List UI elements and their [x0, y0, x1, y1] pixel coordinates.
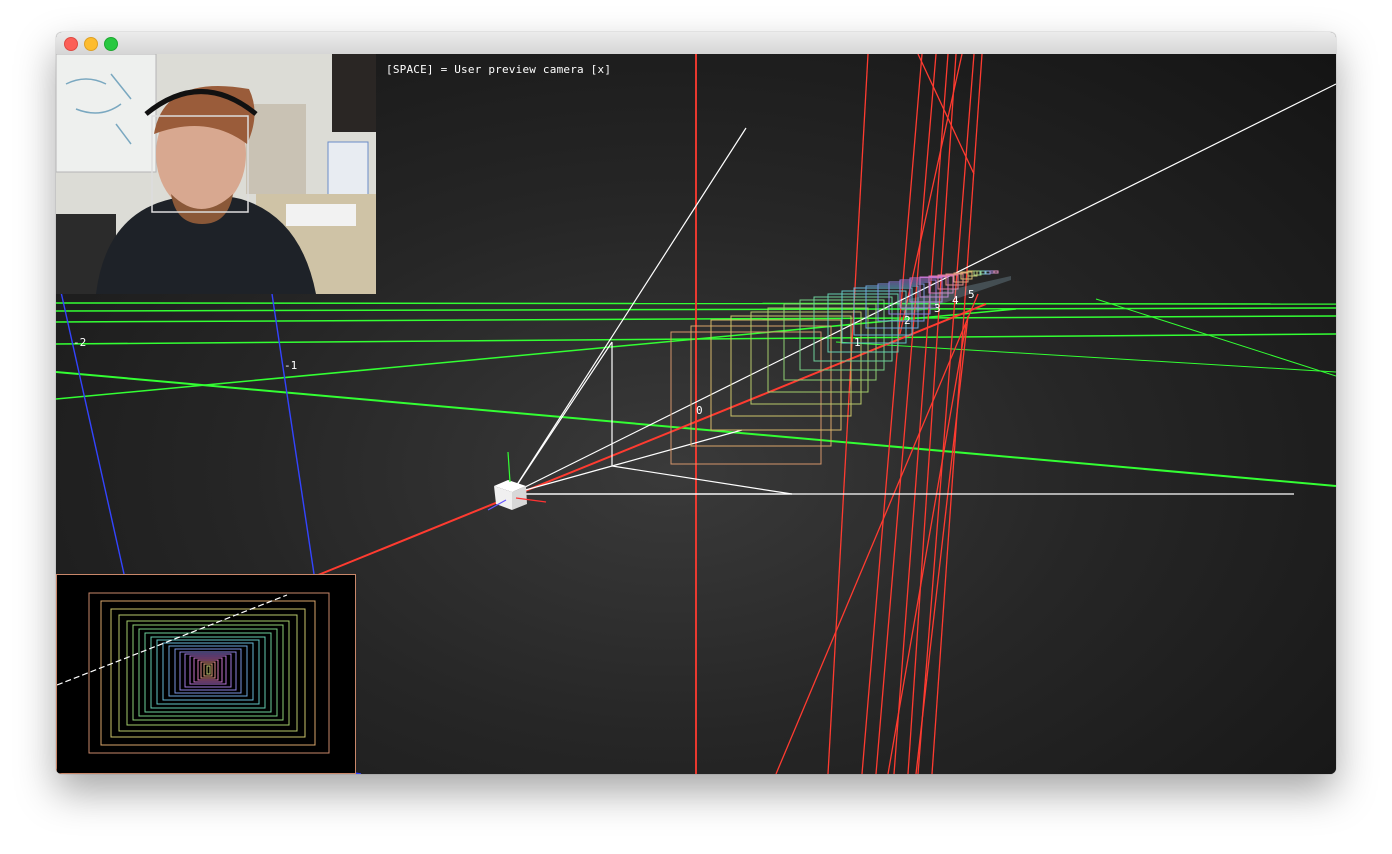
axis-label-2: 2: [904, 314, 911, 327]
title-bar[interactable]: [56, 32, 1336, 55]
axis-label-3: 3: [934, 302, 941, 315]
axis-label-1: 1: [854, 336, 861, 349]
axis-label-neg2: -2: [73, 336, 86, 349]
nested-frames-icon: [56, 592, 330, 754]
user-preview-camera: [56, 574, 356, 774]
3d-viewport[interactable]: -2 -1 0 1 2 3 4 5 [SPACE] = User preview…: [56, 54, 1336, 774]
preview-hint: [SPACE] = User preview camera [x]: [386, 63, 612, 76]
app-window: -2 -1 0 1 2 3 4 5 [SPACE] = User preview…: [56, 32, 1336, 774]
x-axis-lines: [295, 54, 987, 774]
close-button[interactable]: [64, 37, 78, 51]
webcam-icon: [56, 54, 376, 294]
webcam-preview: [56, 54, 376, 294]
zoom-button[interactable]: [104, 37, 118, 51]
axis-label-0: 0: [696, 404, 703, 417]
axis-label-neg1: -1: [284, 359, 297, 372]
axis-label-5: 5: [968, 288, 975, 301]
minimize-button[interactable]: [84, 37, 98, 51]
axis-label-4: 4: [952, 294, 959, 307]
